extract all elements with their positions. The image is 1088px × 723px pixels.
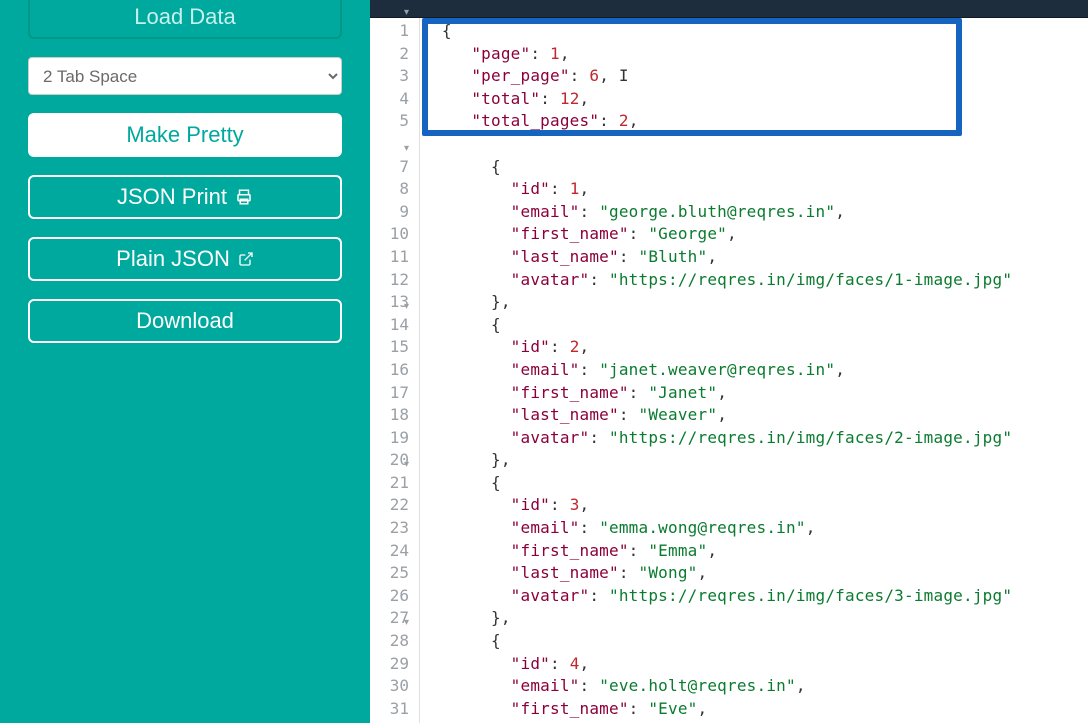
external-link-icon bbox=[238, 251, 254, 267]
make-pretty-label: Make Pretty bbox=[126, 122, 243, 148]
code-content[interactable]: { "page": 1, "per_page": 6, I "total": 1… bbox=[420, 18, 1088, 723]
fold-toggle-icon[interactable]: ▾ bbox=[404, 296, 409, 319]
fold-toggle-icon[interactable]: ▾ bbox=[404, 2, 409, 25]
plain-json-button[interactable]: Plain JSON bbox=[28, 237, 342, 281]
load-data-button[interactable]: Load Data bbox=[28, 0, 342, 39]
sidebar: Load Data 2 Tab Space Make Pretty JSON P… bbox=[0, 0, 370, 723]
fold-toggle-icon[interactable]: ▾ bbox=[404, 454, 409, 477]
download-label: Download bbox=[136, 308, 234, 334]
download-button[interactable]: Download bbox=[28, 299, 342, 343]
fold-toggle-icon[interactable]: ▾ bbox=[404, 612, 409, 635]
print-icon bbox=[235, 188, 253, 206]
make-pretty-button[interactable]: Make Pretty bbox=[28, 113, 342, 157]
json-print-button[interactable]: JSON Print bbox=[28, 175, 342, 219]
fold-toggle-icon[interactable]: ▾ bbox=[404, 138, 409, 161]
indent-select-wrap: 2 Tab Space bbox=[28, 57, 342, 95]
editor-tabstrip bbox=[370, 0, 1088, 18]
load-data-label: Load Data bbox=[134, 4, 236, 30]
line-number-gutter: 12345 7891011121314151617181920212223242… bbox=[370, 18, 420, 723]
json-print-label: JSON Print bbox=[117, 184, 227, 210]
plain-json-label: Plain JSON bbox=[116, 246, 230, 272]
code-editor[interactable]: 12345 7891011121314151617181920212223242… bbox=[370, 0, 1088, 723]
indent-select[interactable]: 2 Tab Space bbox=[28, 57, 342, 95]
